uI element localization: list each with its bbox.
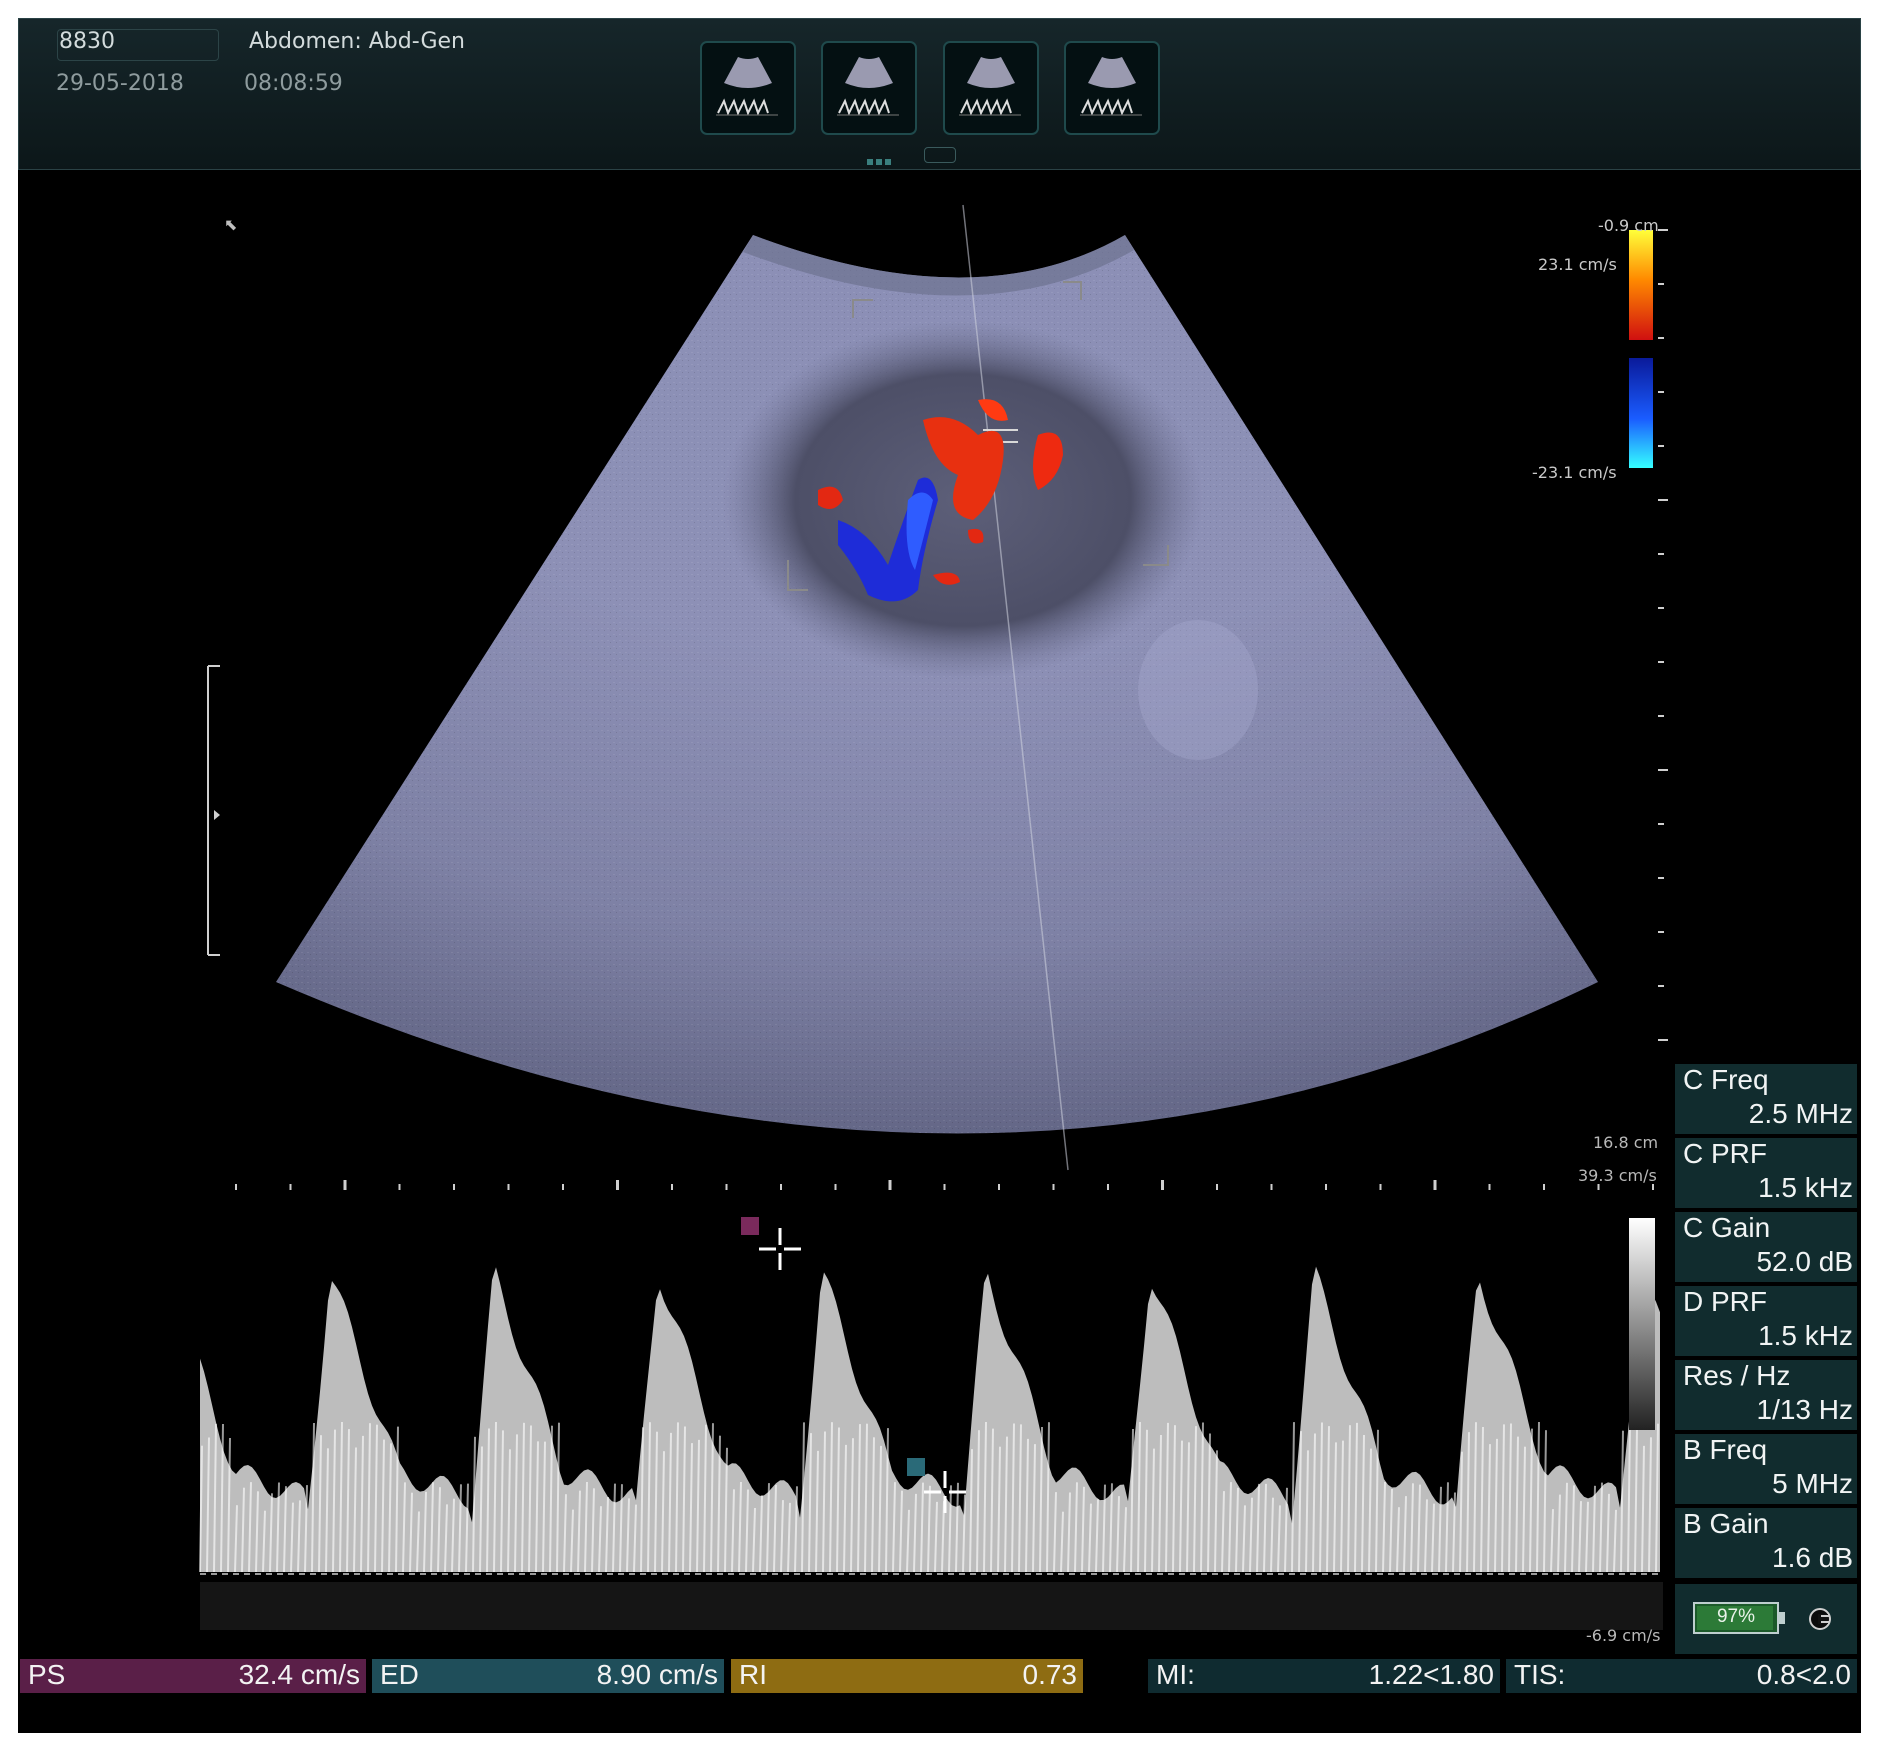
param-value: 1.6 dB xyxy=(1772,1542,1853,1573)
ri-measurement: RI 0.73 xyxy=(731,1659,1083,1693)
param-res-hz[interactable]: Res / Hz 1/13 Hz xyxy=(1675,1360,1857,1430)
spectral-doppler-trace xyxy=(199,1266,1663,1630)
param-c-prf[interactable]: C PRF 1.5 kHz xyxy=(1675,1138,1857,1208)
parameter-panel: C Freq 2.5 MHz C PRF 1.5 kHz C Gain 52.0 dB… xyxy=(1675,1064,1857,1582)
param-d-prf[interactable]: D PRF 1.5 kHz xyxy=(1675,1286,1857,1356)
doppler-thumbnail-2[interactable] xyxy=(821,41,917,135)
tis-indicator: TIS: 0.8<2.0 xyxy=(1506,1659,1857,1693)
ultrasound-screen: 8830 Abdomen: Abd-Gen 29-05-2018 08:08:5… xyxy=(18,18,1861,1733)
param-label: B Gain xyxy=(1683,1508,1769,1539)
mi-value: 1.22<1.80 xyxy=(1368,1659,1494,1690)
ri-value: 0.73 xyxy=(1022,1659,1078,1690)
doppler-thumbnail-4[interactable] xyxy=(1064,41,1160,135)
status-panel: 97% xyxy=(1675,1584,1857,1654)
color-scale-positive xyxy=(1629,230,1653,340)
b-mode-sector xyxy=(276,204,1598,1171)
power-plug-icon xyxy=(1809,1608,1831,1630)
tis-label: TIS: xyxy=(1514,1659,1566,1690)
param-value: 1.5 kHz xyxy=(1758,1172,1853,1203)
ps-marker xyxy=(741,1217,759,1235)
tis-value: 0.8<2.0 xyxy=(1756,1659,1851,1690)
ps-caliper xyxy=(759,1228,801,1270)
param-value: 52.0 dB xyxy=(1756,1246,1853,1277)
battery-percent: 97% xyxy=(1716,1606,1756,1627)
patient-id: 8830 xyxy=(59,29,115,54)
param-c-gain[interactable]: C Gain 52.0 dB xyxy=(1675,1212,1857,1282)
exam-preset: Abdomen: Abd-Gen xyxy=(249,29,466,54)
battery-icon: 97% xyxy=(1693,1602,1779,1634)
ps-value: 32.4 cm/s xyxy=(238,1659,360,1690)
spectral-gray-scale xyxy=(1629,1218,1655,1430)
param-label: C Freq xyxy=(1683,1064,1769,1095)
exam-time: 08:08:59 xyxy=(244,71,343,96)
doppler-thumbnail-1[interactable] xyxy=(700,41,796,135)
color-scale-depth: -0.9 cm xyxy=(1598,216,1659,235)
param-label: B Freq xyxy=(1683,1434,1768,1465)
param-label: D PRF xyxy=(1683,1286,1767,1317)
param-label: C PRF xyxy=(1683,1138,1767,1169)
param-b-gain[interactable]: B Gain 1.6 dB xyxy=(1675,1508,1857,1578)
ed-measurement: ED 8.90 cm/s xyxy=(372,1659,724,1693)
header-bar: 8830 Abdomen: Abd-Gen 29-05-2018 08:08:5… xyxy=(18,18,1861,170)
color-scale-min: -23.1 cm/s xyxy=(1532,463,1617,482)
ps-measurement: PS 32.4 cm/s xyxy=(20,1659,366,1693)
pointer-icon: ⬉ xyxy=(224,215,237,234)
time-scale xyxy=(235,1180,1709,1190)
ed-value: 8.90 cm/s xyxy=(596,1659,718,1690)
ps-label: PS xyxy=(28,1659,66,1690)
param-value: 2.5 MHz xyxy=(1748,1098,1853,1129)
ultrasound-image-area: ⬉ xyxy=(199,204,1709,1630)
param-value: 5 MHz xyxy=(1772,1468,1853,1499)
param-value: 1.5 kHz xyxy=(1758,1320,1853,1351)
depth-bottom-label: 16.8 cm xyxy=(1593,1133,1659,1152)
color-scale-negative xyxy=(1629,358,1653,468)
page-indicator xyxy=(867,150,894,169)
param-c-freq[interactable]: C Freq 2.5 MHz xyxy=(1675,1064,1857,1134)
depth-scale xyxy=(1658,229,1668,1041)
mi-label: MI: xyxy=(1156,1659,1195,1690)
color-scale-max: 23.1 cm/s xyxy=(1538,255,1617,274)
ri-label: RI xyxy=(739,1659,767,1690)
param-label: C Gain xyxy=(1683,1212,1771,1243)
mi-indicator: MI: 1.22<1.80 xyxy=(1148,1659,1500,1693)
page-toggle[interactable] xyxy=(924,147,956,163)
param-value: 1/13 Hz xyxy=(1756,1394,1854,1425)
exam-date: 29-05-2018 xyxy=(56,71,184,96)
battery-tip xyxy=(1779,1612,1785,1624)
param-label: Res / Hz xyxy=(1683,1360,1791,1391)
param-b-freq[interactable]: B Freq 5 MHz xyxy=(1675,1434,1857,1504)
ed-label: ED xyxy=(380,1659,419,1690)
spectral-max-label: 39.3 cm/s xyxy=(1578,1166,1657,1185)
spectral-min-label: -6.9 cm/s xyxy=(1586,1626,1661,1645)
doppler-thumbnail-3[interactable] xyxy=(943,41,1039,135)
focus-bracket xyxy=(207,665,220,956)
ed-marker xyxy=(907,1458,925,1476)
